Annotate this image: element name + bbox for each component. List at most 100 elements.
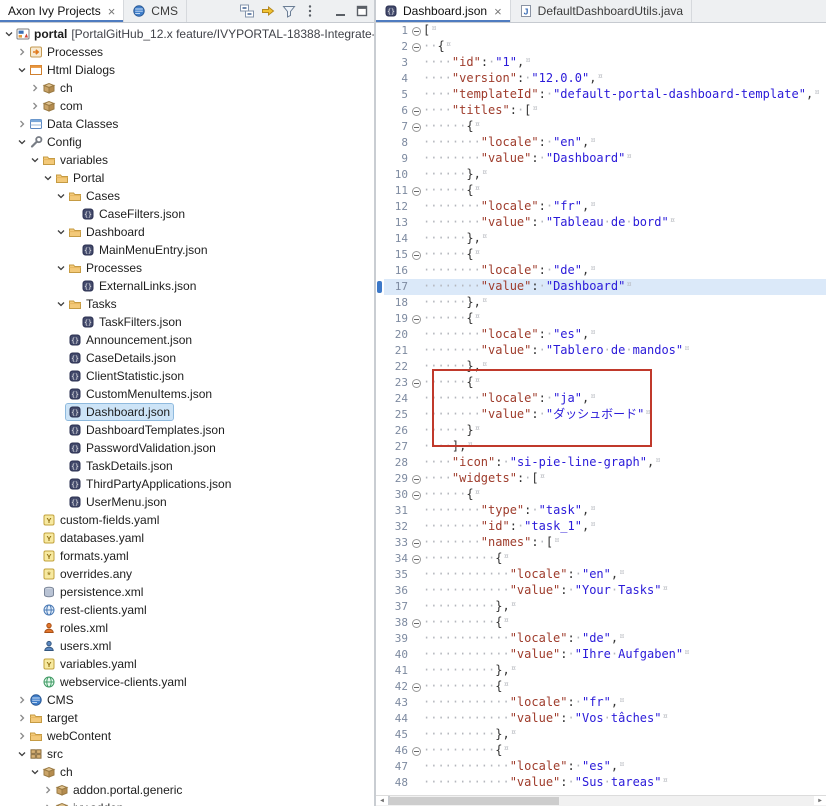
tree-item-tasks[interactable]: Tasks [0,295,374,313]
fold-collapse-icon[interactable] [412,123,421,132]
tree-item-addon-portal-generic[interactable]: addon.portal.generic [0,781,374,799]
view-menu-icon[interactable] [300,2,319,21]
tree-item-portal[interactable]: Portal [0,169,374,187]
fold-collapse-icon[interactable] [412,43,421,52]
filter-icon[interactable] [279,2,298,21]
fold-collapse-icon[interactable] [412,475,421,484]
chevron-right-icon[interactable] [29,83,40,93]
tree-item-clientstatistic-json[interactable]: {}ClientStatistic.json [0,367,374,385]
chevron-down-icon[interactable] [29,767,40,777]
chevron-down-icon[interactable] [55,263,66,273]
chevron-down-icon[interactable] [16,749,27,759]
scrollbar-thumb[interactable] [389,797,559,805]
tree-item-databases-yaml[interactable]: Ydatabases.yaml [0,529,374,547]
maximize-icon[interactable] [352,2,371,21]
tree-item-overrides-any[interactable]: *overrides.any [0,565,374,583]
chevron-down-icon[interactable] [16,65,27,75]
tree-item-casedetails-json[interactable]: {}CaseDetails.json [0,349,374,367]
code-text[interactable]: ············"value":·"Sus·tareas"¤ [423,774,826,792]
tree-item-target[interactable]: target [0,709,374,727]
fold-collapse-icon[interactable] [412,251,421,260]
tree-item-persistence-xml[interactable]: persistence.xml [0,583,374,601]
tree-item-taskfilters-json[interactable]: {}TaskFilters.json [0,313,374,331]
fold-collapse-icon[interactable] [412,491,421,500]
tree-item-roles-xml[interactable]: roles.xml [0,619,374,637]
fold-collapse-icon[interactable] [412,539,421,548]
tab-dashboard-json[interactable]: {}Dashboard.json× [376,0,511,22]
tree-item-dashboardtemplates-json[interactable]: {}DashboardTemplates.json [0,421,374,439]
tree-item-webservice-clients-yaml[interactable]: webservice-clients.yaml [0,673,374,691]
fold-collapse-icon[interactable] [412,379,421,388]
tree-item-dashboard[interactable]: Dashboard [0,223,374,241]
fold-collapse-icon[interactable] [412,187,421,196]
horizontal-scrollbar[interactable]: ◀ ▶ [376,795,826,806]
chevron-down-icon[interactable] [3,29,14,39]
tree-item-variables[interactable]: variables [0,151,374,169]
rest-icon [41,603,56,618]
tree-item-ivy-addon[interactable]: ivy.addon [0,799,374,806]
tree-item-ch[interactable]: ch [0,763,374,781]
collapse-all-icon[interactable] [237,2,256,21]
tree-item-passwordvalidation-json[interactable]: {}PasswordValidation.json [0,439,374,457]
close-icon[interactable]: × [108,5,116,18]
chevron-down-icon[interactable] [55,191,66,201]
chevron-right-icon[interactable] [29,101,40,111]
tree-item-cases[interactable]: Cases [0,187,374,205]
tree-item-mainmenuentry-json[interactable]: {}MainMenuEntry.json [0,241,374,259]
fold-collapse-icon[interactable] [412,27,421,36]
close-icon[interactable]: × [494,5,502,18]
tree-item-variables-yaml[interactable]: Yvariables.yaml [0,655,374,673]
chevron-right-icon[interactable] [16,695,27,705]
tree-item-processes[interactable]: Processes [0,259,374,277]
tree-item-usermenu-json[interactable]: {}UserMenu.json [0,493,374,511]
tree-item-data-classes[interactable]: Data Classes [0,115,374,133]
chevron-down-icon[interactable] [29,155,40,165]
chevron-down-icon[interactable] [55,227,66,237]
tab-axon-ivy-projects[interactable]: Axon Ivy Projects× [0,0,124,22]
chevron-right-icon[interactable] [16,713,27,723]
minimize-icon[interactable] [331,2,350,21]
chevron-right-icon[interactable] [42,785,53,795]
tree-item-users-xml[interactable]: users.xml [0,637,374,655]
tree-item-src[interactable]: src [0,745,374,763]
fold-collapse-icon[interactable] [412,683,421,692]
chevron-right-icon[interactable] [16,47,27,57]
fold-collapse-icon[interactable] [412,315,421,324]
chevron-down-icon[interactable] [55,299,66,309]
tree-item-com[interactable]: com [0,97,374,115]
tree-item-portal[interactable]: portal [PortalGitHub_12.x feature/IVYPOR… [0,25,374,43]
fold-collapse-icon[interactable] [412,555,421,564]
tree-item-formats-yaml[interactable]: Yformats.yaml [0,547,374,565]
tree-item-casefilters-json[interactable]: {}CaseFilters.json [0,205,374,223]
fold-collapse-icon[interactable] [412,747,421,756]
tree-item-thirdpartyapplications-json[interactable]: {}ThirdPartyApplications.json [0,475,374,493]
chevron-down-icon[interactable] [16,137,27,147]
tree-item-config[interactable]: Config [0,133,374,151]
code-editor[interactable]: 1[¤2··{¤3····"id":·"1",¤4····"version":·… [376,23,826,806]
tab-cms[interactable]: CMS [124,0,187,22]
tree-item-announcement-json[interactable]: {}Announcement.json [0,331,374,349]
tree-item-ch[interactable]: ch [0,79,374,97]
tree-item-cms[interactable]: CMS [0,691,374,709]
link-with-editor-icon[interactable] [258,2,277,21]
annotation-margin [376,455,384,471]
scroll-right-arrow-icon[interactable]: ▶ [814,796,826,805]
code-area[interactable]: 1[¤2··{¤3····"id":·"1",¤4····"version":·… [376,23,826,796]
tree-item-custom-fields-yaml[interactable]: Ycustom-fields.yaml [0,511,374,529]
chevron-down-icon[interactable] [42,173,53,183]
tree-item-html-dialogs[interactable]: Html Dialogs [0,61,374,79]
fold-collapse-icon[interactable] [412,107,421,116]
tree-item-externallinks-json[interactable]: {}ExternalLinks.json [0,277,374,295]
tree-item-custommenuitems-json[interactable]: {}CustomMenuItems.json [0,385,374,403]
tree-item-rest-clients-yaml[interactable]: rest-clients.yaml [0,601,374,619]
chevron-right-icon[interactable] [16,119,27,129]
tree-item-dashboard-json[interactable]: {}Dashboard.json [0,403,374,421]
tree-item-taskdetails-json[interactable]: {}TaskDetails.json [0,457,374,475]
tab-defaultdashboardutils-java[interactable]: JDefaultDashboardUtils.java [511,0,692,22]
chevron-right-icon[interactable] [16,731,27,741]
tree-item-processes[interactable]: Processes [0,43,374,61]
fold-collapse-icon[interactable] [412,619,421,628]
scroll-left-arrow-icon[interactable]: ◀ [376,796,390,805]
roles-icon [41,621,56,636]
tree-item-webcontent[interactable]: webContent [0,727,374,745]
